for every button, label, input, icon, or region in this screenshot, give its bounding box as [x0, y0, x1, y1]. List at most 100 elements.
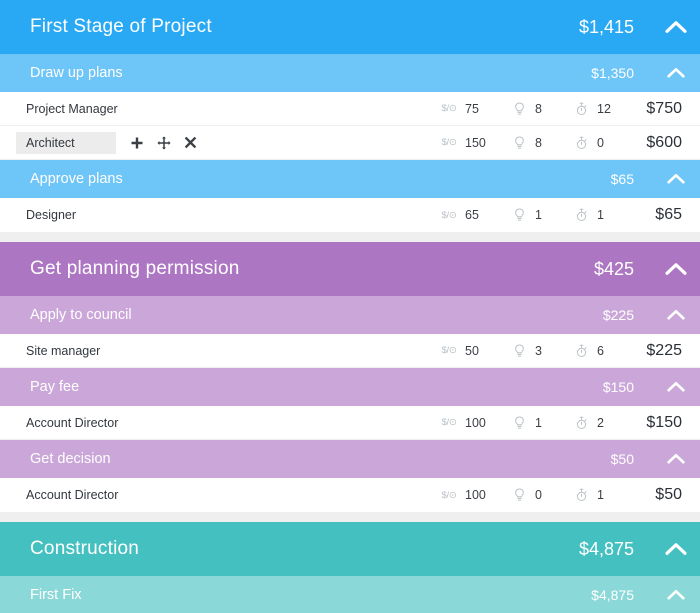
rate-per-hour-icon: $/⊙ — [441, 489, 457, 501]
resource-row[interactable]: Project Manager $/⊙ 75 8 12 $750 — [0, 92, 700, 126]
metric-quantity: 1 — [488, 415, 550, 431]
stage-title: Get planning permission — [30, 258, 240, 279]
task-title: Approve plans — [30, 171, 123, 187]
task-collapse-toggle[interactable] — [652, 589, 700, 600]
add-resource-icon[interactable] — [130, 136, 144, 150]
task-amount: $4,875 — [591, 587, 634, 603]
rate-per-hour-icon: $/⊙ — [441, 417, 457, 428]
resource-metrics: $/⊙ 100 1 2 — [410, 415, 612, 431]
task-header[interactable]: Apply to council $225 — [0, 296, 700, 334]
rate-per-hour-icon: $/⊙ — [441, 345, 457, 356]
metric-quantity: 3 — [488, 343, 550, 359]
task-title: Apply to council — [30, 307, 132, 323]
rate-per-hour-icon: $/⊙ — [441, 103, 457, 114]
stopwatch-icon — [572, 415, 590, 431]
metric-rate-value: 50 — [465, 343, 479, 358]
task-header[interactable]: Approve plans $65 — [0, 160, 700, 198]
task-amount: $150 — [602, 379, 634, 395]
stage-amount: $425 — [593, 258, 634, 279]
resource-row[interactable]: Account Director $/⊙ 100 1 2 $150 — [0, 406, 700, 440]
resource-name-input[interactable]: Architect — [16, 131, 116, 154]
resource-total: $600 — [646, 133, 682, 151]
stage-collapse-toggle[interactable] — [652, 262, 700, 276]
metric-hours: 1 — [550, 487, 612, 503]
resource-metrics: $/⊙ 100 0 1 — [410, 487, 612, 503]
task-amount: $65 — [610, 171, 634, 187]
task-header[interactable]: First Fix $4,875 — [0, 576, 700, 613]
stage-header[interactable]: First Stage of Project $1,415 — [0, 0, 700, 54]
metric-rate-value: 65 — [465, 208, 479, 222]
resource-name-input[interactable]: Site manager — [16, 340, 110, 362]
resource-row[interactable]: Account Director $/⊙ 100 0 1 $50 — [0, 478, 700, 512]
rate-per-hour-icon: $/⊙ — [441, 209, 457, 221]
stage-group: First Stage of Project $1,415 Draw up plan… — [0, 0, 700, 232]
resource-row[interactable]: Architect $/⊙ 150 8 0 $600 — [0, 126, 700, 160]
stopwatch-icon — [572, 487, 590, 503]
metric-rate: $/⊙ 100 — [410, 415, 488, 431]
task-header[interactable]: Draw up plans $1,350 — [0, 54, 700, 92]
stopwatch-icon — [572, 343, 590, 359]
resource-name-cell[interactable]: Account Director — [0, 412, 410, 434]
resource-name-input[interactable]: Account Director — [16, 412, 128, 434]
task-title: First Fix — [30, 587, 82, 603]
resource-name-cell[interactable]: Account Director — [0, 484, 410, 506]
metric-rate-value: 100 — [465, 488, 486, 502]
task-collapse-toggle[interactable] — [652, 309, 700, 320]
rate-per-hour-icon: $/⊙ — [441, 137, 457, 148]
metric-hours: 0 — [550, 135, 612, 151]
resource-metrics: $/⊙ 50 3 6 — [410, 343, 612, 359]
metric-hours: 6 — [550, 343, 612, 359]
task-collapse-toggle[interactable] — [652, 67, 700, 78]
metric-hours-value: 1 — [597, 208, 604, 222]
metric-rate: $/⊙ 50 — [410, 343, 488, 359]
remove-resource-icon[interactable] — [184, 136, 198, 150]
resource-name-cell[interactable]: Designer — [0, 204, 410, 226]
stage-amount: $4,875 — [578, 538, 634, 559]
resource-total: $225 — [646, 341, 682, 359]
stage-group: Construction$4,875First Fix$4,875Project… — [0, 522, 700, 613]
task-title: Get decision — [30, 451, 111, 467]
metric-hours: 12 — [550, 101, 612, 117]
metric-quantity: 0 — [488, 487, 550, 503]
metric-hours: 1 — [550, 207, 612, 223]
task-collapse-toggle[interactable] — [652, 381, 700, 392]
stage-header[interactable]: Construction $4,875 — [0, 522, 700, 576]
move-handle-icon[interactable] — [157, 136, 171, 150]
metric-quantity-value: 3 — [535, 343, 542, 358]
resource-name-input[interactable]: Project Manager — [16, 98, 128, 120]
stage-title: First Stage of Project — [30, 16, 212, 37]
metric-rate: $/⊙ 65 — [410, 207, 488, 223]
stage-collapse-toggle[interactable] — [652, 542, 700, 556]
stage-collapse-toggle[interactable] — [652, 20, 700, 34]
metric-hours: 2 — [550, 415, 612, 431]
resource-row[interactable]: Site manager $/⊙ 50 3 6 $225 — [0, 334, 700, 368]
task-amount: $50 — [610, 451, 634, 467]
resource-name-cell[interactable]: Project Manager — [0, 98, 410, 120]
task-title: Pay fee — [30, 379, 80, 395]
stage-amount: $1,415 — [578, 16, 634, 37]
resource-metrics: $/⊙ 65 1 1 — [410, 207, 612, 223]
metric-rate-value: 75 — [465, 101, 479, 116]
task-header[interactable]: Get decision $50 — [0, 440, 700, 478]
metric-quantity-value: 8 — [535, 135, 542, 150]
lightbulb-icon — [510, 415, 528, 431]
metric-hours-value: 6 — [597, 343, 604, 358]
lightbulb-icon — [510, 207, 528, 223]
metric-hours-value: 1 — [597, 488, 604, 502]
stopwatch-icon — [572, 135, 590, 151]
task-collapse-toggle[interactable] — [652, 173, 700, 184]
lightbulb-icon — [510, 487, 528, 503]
resource-name-cell[interactable]: Architect — [0, 131, 410, 154]
stopwatch-icon — [572, 207, 590, 223]
metric-rate: $/⊙ 150 — [410, 135, 488, 151]
task-header[interactable]: Pay fee $150 — [0, 368, 700, 406]
resource-name-input[interactable]: Designer — [16, 204, 86, 226]
resource-row[interactable]: Designer $/⊙ 65 1 1 $65 — [0, 198, 700, 232]
stage-header[interactable]: Get planning permission $425 — [0, 242, 700, 296]
resource-name-input[interactable]: Account Director — [16, 484, 128, 506]
metric-rate-value: 150 — [465, 135, 486, 150]
task-collapse-toggle[interactable] — [652, 453, 700, 464]
resource-name-cell[interactable]: Site manager — [0, 340, 410, 362]
metric-hours-value: 0 — [597, 135, 604, 150]
resource-metrics: $/⊙ 75 8 12 — [410, 101, 612, 117]
